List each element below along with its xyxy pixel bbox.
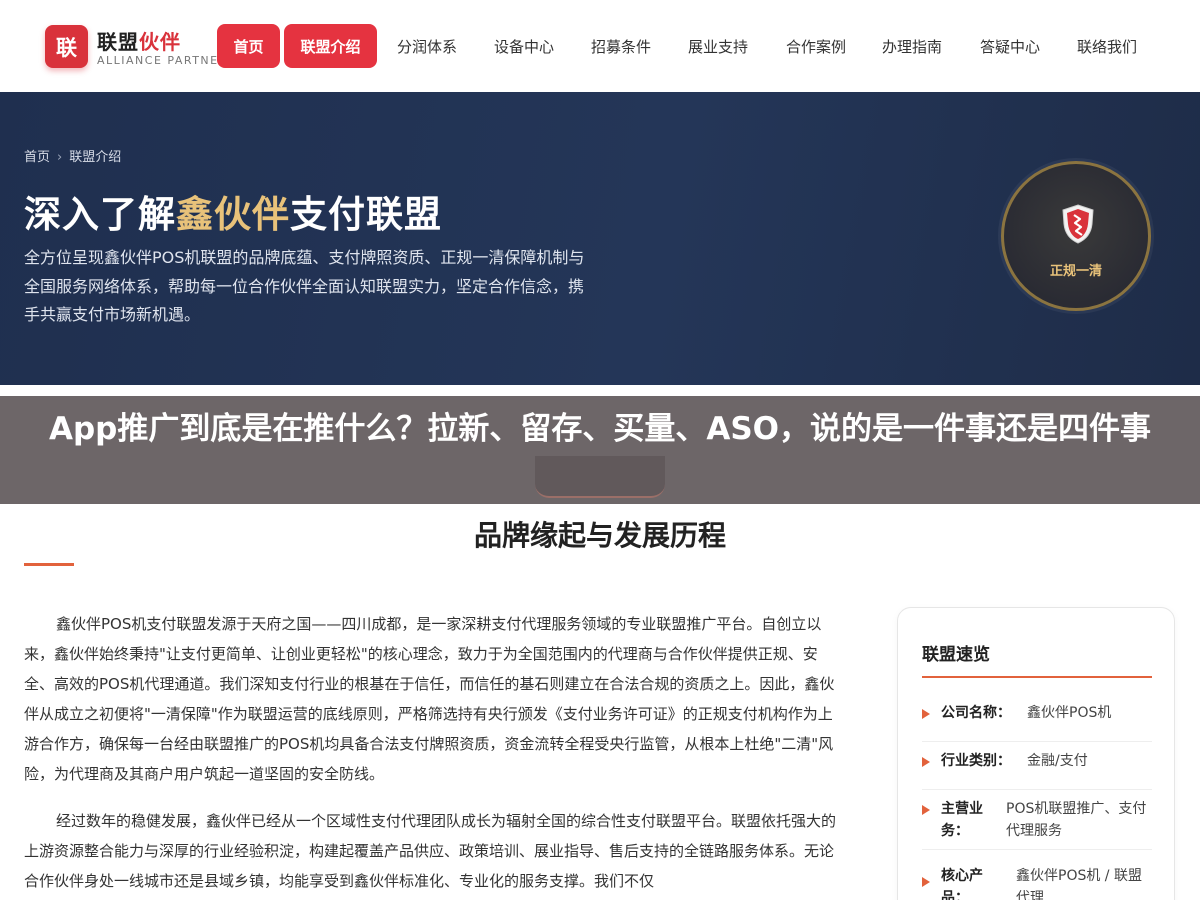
nav-item-recruit[interactable]: 招募条件 [591,36,651,57]
triangle-bullet-icon [922,805,930,815]
overview-value: POS机联盟推广、支付代理服务 [1006,801,1147,839]
nav-item-profit[interactable]: 分润体系 [397,36,457,57]
triangle-bullet-icon [922,709,930,719]
nav-item-contact[interactable]: 联络我们 [1077,36,1137,57]
hero-description: 全方位呈现鑫伙伴POS机联盟的品牌底蕴、支付牌照资质、正规一清保障机制与全国服务… [24,248,585,324]
section-title: 品牌缘起与发展历程 [473,519,726,552]
overview-value: 金融/支付 [1027,753,1088,769]
overview-row: 主营业 务： POS机联盟推广、支付代理服务 [922,798,1152,850]
shield-icon [1062,204,1094,244]
overview-key: 核心产 品： [941,868,983,900]
brand-name[interactable]: 联盟伙伴 [97,26,181,55]
nav-item-cases[interactable]: 合作案例 [786,36,846,57]
paragraph-growth: 经过数年的稳健发展，鑫伙伴已经从一个区域性支付代理团队成长为辐射全国的综合性支付… [24,812,837,890]
triangle-bullet-icon [922,877,930,887]
card-divider [922,676,1152,678]
overview-key: 主营业 务： [941,801,983,839]
band-tab-decoration [535,456,665,498]
site-header: 联 联盟伙伴 ALLIANCE PARTNER 首页 联盟介绍 分润体系 设备中… [0,0,1200,92]
overview-value: 鑫伙伴POS机 / 联盟代理 [1016,868,1142,900]
nav-about[interactable]: 联盟介绍 [284,24,377,68]
nav-item-faq[interactable]: 答疑中心 [980,36,1040,57]
overview-row: 公司名称： 鑫伙伴POS机 [922,702,1152,742]
overview-row: 核心产 品： 鑫伙伴POS机 / 联盟代理 [922,865,1152,900]
breadcrumb-separator: › [57,150,63,165]
overview-value: 鑫伙伴POS机 [1027,705,1112,721]
overview-card: 联盟速览 公司名称： 鑫伙伴POS机 行业类别： 金融/支付 主营业 务： POS… [897,607,1175,900]
nav-item-support[interactable]: 展业支持 [688,36,748,57]
breadcrumb-current: 联盟介绍 [69,150,122,165]
overview-key: 公司名称： [941,705,1011,721]
badge-label: 正规一清 [1049,264,1102,279]
paragraph-history: 鑫伙伴POS机支付联盟发源于天府之国——四川成都，是一家深耕支付代理服务领域的专… [24,615,835,783]
overview-key: 行业类别： [941,753,1011,769]
nav-item-guide[interactable]: 办理指南 [882,36,942,57]
overview-row: 行业类别： 金融/支付 [922,750,1152,790]
section-divider [24,563,74,566]
breadcrumb: 首页 › 联盟介绍 [24,146,121,165]
brand-subtitle: ALLIANCE PARTNER [97,54,228,67]
breadcrumb-home[interactable]: 首页 [24,150,50,165]
triangle-bullet-icon [922,757,930,767]
compliance-badge: 正规一清 [1001,161,1151,311]
card-title: 联盟速览 [922,645,990,665]
article-title: App推广到底是在推什么？拉新、留存、买量、ASO，说的是一件事还是四件事 [48,411,1152,447]
nav-home[interactable]: 首页 [217,24,280,68]
page-title: 深入了解鑫伙伴支付联盟 [24,193,442,236]
hero-banner: 首页 › 联盟介绍 深入了解鑫伙伴支付联盟 全方位呈现鑫伙伴POS机联盟的品牌底蕴、… [0,92,1200,385]
nav-item-devices[interactable]: 设备中心 [494,36,554,57]
logo-icon[interactable]: 联 [45,25,88,68]
